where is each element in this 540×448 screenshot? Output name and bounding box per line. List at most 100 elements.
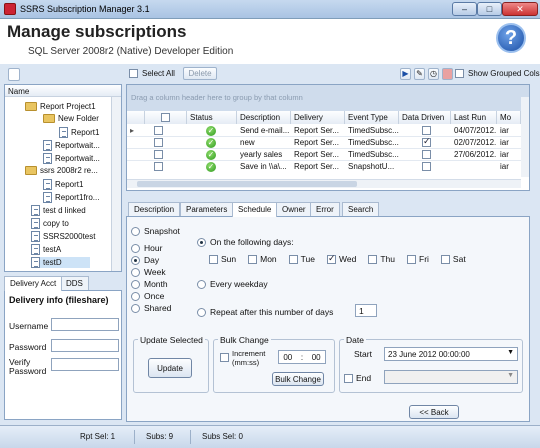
table-row[interactable]: ✓ Save in \\a\... Report Ser... Snapshot…	[127, 161, 521, 173]
radio-day[interactable]: Day	[131, 255, 159, 265]
day-tue[interactable]: Tue	[288, 254, 315, 264]
end-date-checkbox[interactable]	[344, 374, 353, 384]
bulk-change-button[interactable]: Bulk Change	[272, 372, 324, 386]
tree-item[interactable]: Report1	[59, 127, 99, 138]
tree-item[interactable]: Report1fro...	[43, 192, 99, 203]
day-wed[interactable]: Wed	[327, 253, 356, 264]
increment-time-field[interactable]: 00:00	[278, 350, 326, 364]
radio-hour[interactable]: Hour	[131, 243, 162, 253]
column-header[interactable]: Status	[187, 111, 237, 124]
row-checkbox[interactable]	[154, 138, 163, 148]
password-field[interactable]	[51, 339, 119, 352]
verify-password-field[interactable]	[51, 358, 119, 371]
radio-month[interactable]: Month	[131, 279, 168, 289]
column-header[interactable]	[127, 111, 145, 124]
end-date-picker[interactable]: ▼	[384, 370, 518, 384]
close-button[interactable]: ✕	[502, 2, 538, 16]
start-date-picker[interactable]: 23 June 2012 00:00:00 ▼	[384, 347, 518, 361]
day-fri[interactable]: Fri	[407, 254, 429, 264]
show-grouped-cols[interactable]: Show Grouped Cols	[455, 69, 540, 78]
radio-once[interactable]: Once	[131, 291, 164, 301]
new-document-icon[interactable]	[8, 68, 20, 81]
tree-item[interactable]: copy to	[31, 218, 69, 229]
radio-button[interactable]	[131, 303, 140, 313]
radio-button[interactable]	[197, 279, 206, 289]
back-button[interactable]: << Back	[409, 405, 459, 419]
show-grouped-checkbox[interactable]	[455, 69, 464, 78]
tree-item[interactable]: testA	[31, 244, 61, 255]
tree-item[interactable]: Report Project1	[25, 102, 96, 111]
tree-scrollbar[interactable]	[111, 97, 121, 271]
tree-item-selected[interactable]: testD	[31, 257, 90, 268]
radio-button[interactable]	[131, 267, 140, 277]
hscroll-thumb[interactable]	[137, 181, 357, 187]
tree-item[interactable]: SSRS2000test	[31, 231, 95, 242]
maximize-button[interactable]: □	[477, 2, 502, 16]
radio-button[interactable]	[131, 255, 140, 265]
tab-search[interactable]: Search	[342, 202, 380, 216]
column-header[interactable]	[145, 111, 187, 124]
radio-following-days[interactable]: On the following days:	[197, 237, 294, 247]
update-button[interactable]: Update	[148, 358, 192, 378]
table-row[interactable]: ✓ yearly sales Report Ser... TimedSubsc.…	[127, 149, 521, 161]
table-row[interactable]: ✓ new Report Ser... TimedSubsc... 02/07/…	[127, 137, 521, 149]
checkbox[interactable]	[288, 254, 298, 264]
grid-icon[interactable]	[442, 68, 453, 80]
tree-item[interactable]: test d linked	[31, 205, 86, 216]
checkbox[interactable]	[368, 254, 378, 264]
select-all[interactable]: Select All	[129, 69, 175, 78]
play-icon[interactable]: ▶	[400, 68, 411, 80]
tab-error[interactable]: Error	[310, 202, 340, 216]
column-header[interactable]: Description	[237, 111, 291, 124]
radio-button[interactable]	[131, 279, 140, 289]
tab-schedule[interactable]: Schedule	[232, 202, 278, 217]
column-header[interactable]: Mo	[497, 111, 521, 124]
row-checkbox[interactable]	[154, 126, 163, 136]
day-sat[interactable]: Sat	[440, 254, 466, 264]
repeat-days-field[interactable]: 1	[355, 304, 377, 317]
radio-week[interactable]: Week	[131, 267, 166, 277]
increment-checkbox[interactable]	[220, 353, 229, 363]
tree-item[interactable]: New Folder	[43, 114, 99, 123]
tab-delivery-acct[interactable]: Delivery Acct	[4, 276, 63, 291]
radio-repeat[interactable]: Repeat after this number of days	[197, 307, 333, 317]
tab-description[interactable]: Description	[128, 202, 181, 216]
dropdown-arrow-icon[interactable]: ▼	[507, 372, 514, 379]
checkbox[interactable]	[248, 254, 258, 264]
tree-item[interactable]: Reportwait...	[43, 153, 100, 164]
radio-every-weekday[interactable]: Every weekday	[197, 279, 268, 289]
radio-button[interactable]	[197, 237, 206, 247]
radio-shared[interactable]: Shared	[131, 303, 171, 313]
grid-vscrollbar[interactable]	[521, 97, 529, 177]
header-checkbox[interactable]	[161, 113, 170, 123]
checkbox[interactable]	[407, 254, 416, 264]
checkbox[interactable]	[440, 254, 450, 264]
radio-button[interactable]	[131, 243, 140, 253]
day-mon[interactable]: Mon	[248, 254, 277, 264]
radio-button[interactable]	[131, 291, 140, 301]
row-checkbox[interactable]	[154, 150, 163, 160]
minimize-button[interactable]: –	[452, 2, 477, 16]
clock-icon[interactable]: ◷	[428, 68, 439, 80]
edit-icon[interactable]: ✎	[414, 68, 425, 80]
grid-hscrollbar[interactable]	[127, 179, 521, 188]
row-checkbox[interactable]	[154, 162, 163, 172]
day-sun[interactable]: Sun	[209, 254, 236, 264]
table-row[interactable]: ▸ ✓ Send e-mail... Report Ser... TimedSu…	[127, 125, 521, 137]
column-header[interactable]: Event Type	[345, 111, 399, 124]
tree-item[interactable]: Report1	[43, 179, 83, 190]
tree-item[interactable]: Reportwait...	[43, 140, 100, 151]
help-icon[interactable]: ?	[496, 23, 526, 53]
delete-button[interactable]: Delete	[183, 67, 217, 80]
tab-parameters[interactable]: Parameters	[180, 202, 234, 216]
radio-snapshot[interactable]: Snapshot	[131, 226, 180, 236]
tab-dds[interactable]: DDS	[60, 276, 89, 290]
tab-owner[interactable]: Owner	[276, 202, 312, 216]
day-thu[interactable]: Thu	[368, 254, 395, 264]
column-header[interactable]: Last Run	[451, 111, 497, 124]
dropdown-arrow-icon[interactable]: ▼	[507, 349, 514, 356]
tree-item[interactable]: ssrs 2008r2 re...	[25, 166, 98, 175]
checkbox[interactable]	[209, 254, 218, 264]
select-all-checkbox[interactable]	[129, 69, 138, 78]
username-field[interactable]	[51, 318, 119, 331]
